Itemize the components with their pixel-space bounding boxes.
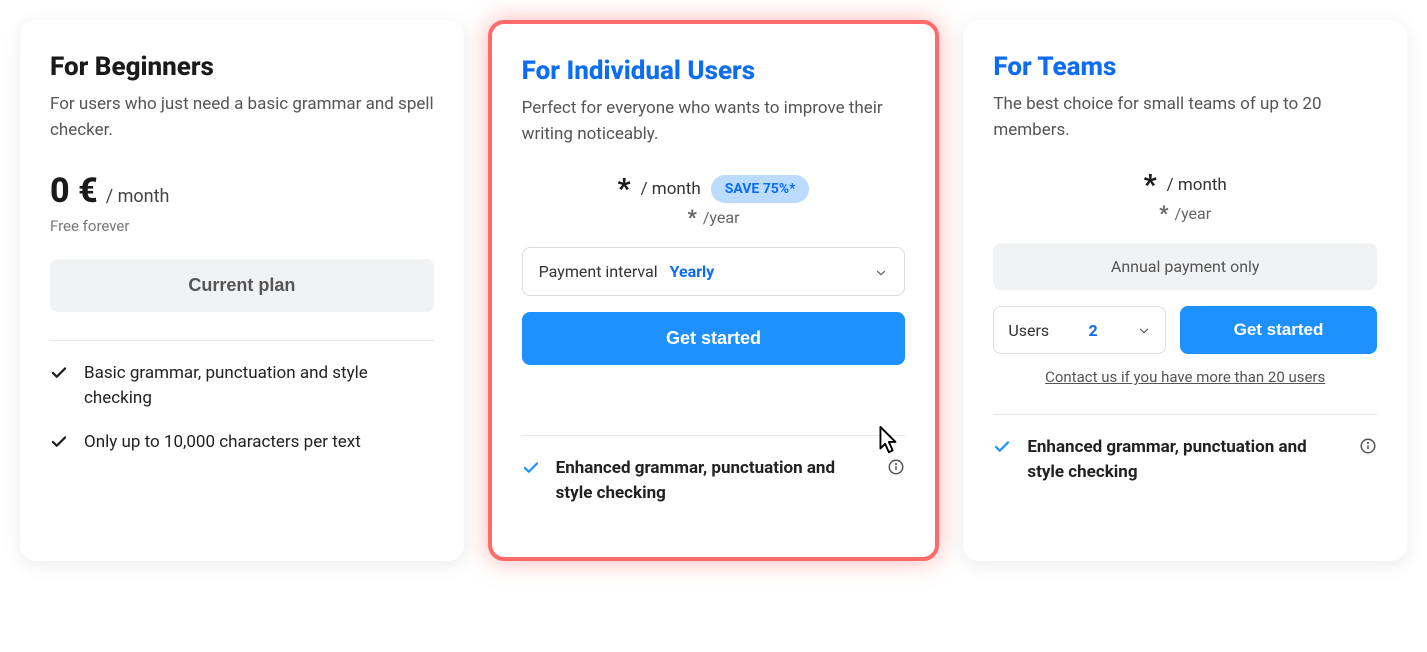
plan-subtitle-individual: Perfect for everyone who wants to improv…	[522, 96, 906, 147]
price-main-beginner: 0 €	[50, 171, 98, 211]
feature-item: Enhanced grammar, punctuation and style …	[993, 435, 1377, 484]
price-row-beginner: 0 € / month	[50, 171, 434, 211]
check-icon	[50, 433, 68, 451]
feature-text: Basic grammar, punctuation and style che…	[84, 361, 434, 410]
price-period-beginner: / month	[106, 186, 170, 207]
feature-text: Only up to 10,000 characters per text	[84, 430, 361, 455]
price-star-team: *	[1144, 171, 1157, 199]
plan-card-individual: For Individual Users Perfect for everyon…	[488, 20, 940, 561]
pricing-container: For Beginners For users who just need a …	[20, 20, 1407, 561]
free-note: Free forever	[50, 217, 434, 235]
plan-subtitle-beginner: For users who just need a basic grammar …	[50, 92, 434, 143]
price-year-star: *	[688, 207, 697, 227]
check-icon	[993, 438, 1011, 456]
chevron-down-icon	[874, 265, 888, 279]
price-line-month-team: * / month	[1144, 171, 1227, 199]
plan-card-team: For Teams The best choice for small team…	[963, 20, 1407, 561]
save-badge: SAVE 75%*	[711, 175, 810, 203]
price-line-year: * /year	[688, 207, 740, 227]
feature-item: Enhanced grammar, punctuation and style …	[522, 456, 906, 505]
price-period-individual: / month	[641, 179, 701, 199]
plan-subtitle-team: The best choice for small teams of up to…	[993, 92, 1377, 143]
plan-title-beginner: For Beginners	[50, 52, 434, 82]
feature-text: Enhanced grammar, punctuation and style …	[556, 456, 872, 505]
price-period-team: / month	[1167, 175, 1227, 195]
plan-title-team: For Teams	[993, 52, 1377, 82]
check-icon	[522, 459, 540, 477]
interval-label: Payment interval	[539, 262, 658, 281]
price-star: *	[618, 175, 631, 203]
price-line-year-team: * /year	[1159, 203, 1211, 223]
users-select[interactable]: Users 2	[993, 306, 1166, 354]
info-icon[interactable]	[1359, 437, 1377, 455]
plan-title-individual: For Individual Users	[522, 56, 906, 86]
chevron-down-icon	[1137, 323, 1151, 337]
price-year-star-team: *	[1159, 203, 1168, 223]
feature-item: Basic grammar, punctuation and style che…	[50, 361, 434, 410]
price-year-period: /year	[703, 208, 740, 227]
plan-card-beginner: For Beginners For users who just need a …	[20, 20, 464, 561]
interval-value: Yearly	[670, 262, 715, 281]
payment-interval-select[interactable]: Payment interval Yearly	[522, 247, 906, 296]
info-icon[interactable]	[887, 458, 905, 476]
contact-us-link[interactable]: Contact us if you have more than 20 user…	[993, 368, 1377, 386]
get-started-button-individual[interactable]: Get started	[522, 312, 906, 365]
team-controls-row: Users 2 Get started	[993, 306, 1377, 354]
annual-payment-note: Annual payment only	[993, 243, 1377, 290]
get-started-button-team[interactable]: Get started	[1180, 306, 1377, 354]
feature-text: Enhanced grammar, punctuation and style …	[1027, 435, 1343, 484]
divider	[50, 340, 434, 341]
divider	[522, 435, 906, 436]
current-plan-button: Current plan	[50, 259, 434, 312]
price-block-team: * / month * /year	[993, 171, 1377, 223]
price-line-month: * / month SAVE 75%*	[618, 175, 810, 203]
feature-item: Only up to 10,000 characters per text	[50, 430, 434, 455]
price-block-individual: * / month SAVE 75%* * /year	[522, 175, 906, 227]
users-value: 2	[1088, 321, 1097, 340]
price-year-period-team: /year	[1174, 204, 1211, 223]
users-label: Users	[1008, 321, 1049, 340]
check-icon	[50, 364, 68, 382]
divider	[993, 414, 1377, 415]
